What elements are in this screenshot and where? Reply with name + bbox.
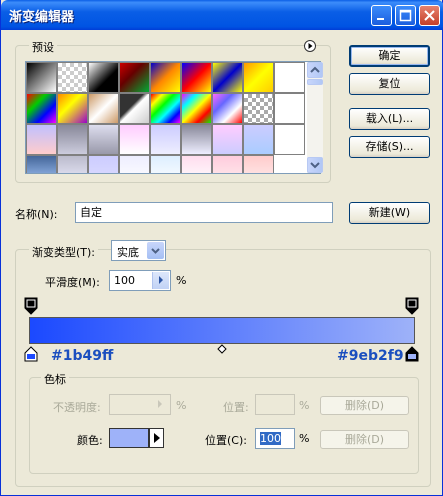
scroll-thumb[interactable]	[307, 79, 323, 85]
preset-swatch[interactable]	[274, 124, 305, 155]
preset-swatch[interactable]	[212, 62, 243, 93]
preset-swatch[interactable]	[243, 155, 274, 173]
preset-swatch[interactable]	[212, 93, 243, 124]
close-button[interactable]	[419, 5, 440, 26]
minimize-icon	[377, 18, 384, 20]
color-stop-group	[29, 377, 419, 474]
presets-scrollbar[interactable]	[307, 62, 323, 173]
opacity-label: 不透明度:	[53, 401, 101, 414]
smoothness-arrow-button[interactable]	[152, 272, 169, 289]
gradient-editor-window: 渐变编辑器 预设 确定 复位 载入(L)... 存储(S)... 名称(N): …	[0, 0, 443, 496]
circle-arrow-icon[interactable]	[304, 40, 316, 52]
preset-swatch[interactable]	[212, 124, 243, 155]
close-icon	[424, 10, 435, 21]
preset-swatch[interactable]	[243, 93, 274, 124]
presets-grid	[25, 61, 321, 174]
opacity-unit: %	[176, 399, 187, 412]
window-title: 渐变编辑器	[9, 10, 75, 25]
minimize-button[interactable]	[371, 5, 392, 26]
color-arrow-button[interactable]	[149, 428, 164, 448]
preset-swatch[interactable]	[57, 155, 88, 173]
maximize-icon	[399, 9, 412, 22]
preset-swatch[interactable]	[181, 124, 212, 155]
location-label: 位置(C):	[205, 434, 247, 447]
preset-swatch[interactable]	[212, 155, 243, 173]
ok-button[interactable]: 确定	[349, 45, 430, 67]
chevron-right-icon	[154, 433, 160, 443]
preset-swatch[interactable]	[119, 93, 150, 124]
delete-color-button[interactable]: 删除(D)	[320, 430, 409, 449]
left-stop-hex: #1b49ff	[51, 348, 114, 364]
color-stop-right[interactable]	[405, 346, 419, 362]
color-label: 颜色:	[77, 434, 103, 447]
opacity-location-input	[255, 394, 295, 415]
preset-swatch[interactable]	[150, 124, 181, 155]
chevron-right-icon	[159, 276, 163, 284]
opacity-location-unit: %	[299, 399, 310, 412]
smoothness-label: 平滑度(M):	[45, 276, 100, 289]
preset-swatch[interactable]	[181, 93, 212, 124]
opacity-location-label: 位置:	[223, 401, 249, 414]
presets-legend: 预设	[29, 39, 57, 55]
preset-swatch[interactable]	[57, 62, 88, 93]
preset-swatch[interactable]	[88, 62, 119, 93]
scroll-up-button[interactable]	[307, 62, 323, 78]
preset-swatch[interactable]	[88, 155, 119, 173]
name-input[interactable]: 自定	[75, 202, 333, 223]
preset-swatch[interactable]	[88, 93, 119, 124]
name-label: 名称(N):	[15, 208, 58, 221]
preset-swatch[interactable]	[26, 124, 57, 155]
gradient-type-label: 渐变类型(T):	[29, 244, 99, 260]
save-button[interactable]: 存储(S)...	[349, 136, 430, 158]
preset-swatch[interactable]	[119, 155, 150, 173]
opacity-input	[109, 394, 171, 415]
maximize-button[interactable]	[395, 5, 416, 26]
preset-swatch[interactable]	[57, 93, 88, 124]
delete-opacity-button[interactable]: 删除(D)	[320, 396, 409, 415]
smoothness-unit: %	[176, 274, 187, 287]
location-value: 100	[260, 432, 281, 445]
preset-swatch[interactable]	[119, 124, 150, 155]
new-button[interactable]: 新建(W)	[349, 202, 430, 224]
preset-swatch[interactable]	[181, 155, 212, 173]
reset-button[interactable]: 复位	[349, 73, 430, 95]
color-swatch[interactable]	[109, 428, 149, 448]
preset-swatch[interactable]	[181, 62, 212, 93]
location-input[interactable]: 100	[255, 428, 295, 449]
location-unit: %	[299, 432, 310, 445]
chevron-down-icon	[147, 242, 164, 259]
preset-swatch[interactable]	[150, 62, 181, 93]
preset-swatch[interactable]	[88, 124, 119, 155]
preset-swatch[interactable]	[119, 62, 150, 93]
gradient-preview-bar[interactable]	[29, 317, 415, 344]
midpoint-diamond-icon[interactable]	[217, 344, 227, 354]
scroll-down-button[interactable]	[307, 157, 323, 173]
preset-swatch[interactable]	[26, 155, 57, 173]
preset-swatch[interactable]	[26, 62, 57, 93]
smoothness-input[interactable]: 100	[109, 270, 171, 291]
gradient-type-value: 实底	[117, 246, 139, 259]
preset-swatch[interactable]	[274, 93, 305, 124]
chevron-up-icon	[310, 66, 320, 73]
right-stop-hex: #9eb2f9	[337, 348, 404, 364]
chevron-right-icon	[158, 400, 162, 408]
title-bar: 渐变编辑器	[1, 0, 443, 30]
opacity-stop-left[interactable]	[24, 297, 38, 315]
opacity-stop-right[interactable]	[405, 297, 419, 315]
preset-swatch[interactable]	[150, 155, 181, 173]
chevron-down-icon	[310, 162, 320, 169]
smoothness-value: 100	[114, 274, 135, 287]
color-stop-legend: 色标	[41, 371, 69, 387]
gradient-type-select[interactable]: 实底	[111, 240, 166, 261]
preset-swatch[interactable]	[274, 62, 305, 93]
load-button[interactable]: 载入(L)...	[349, 108, 430, 130]
preset-swatch[interactable]	[243, 62, 274, 93]
color-stop-left[interactable]	[24, 346, 38, 362]
preset-swatch[interactable]	[57, 124, 88, 155]
preset-swatch[interactable]	[26, 93, 57, 124]
preset-swatch[interactable]	[243, 124, 274, 155]
preset-swatch[interactable]	[150, 93, 181, 124]
